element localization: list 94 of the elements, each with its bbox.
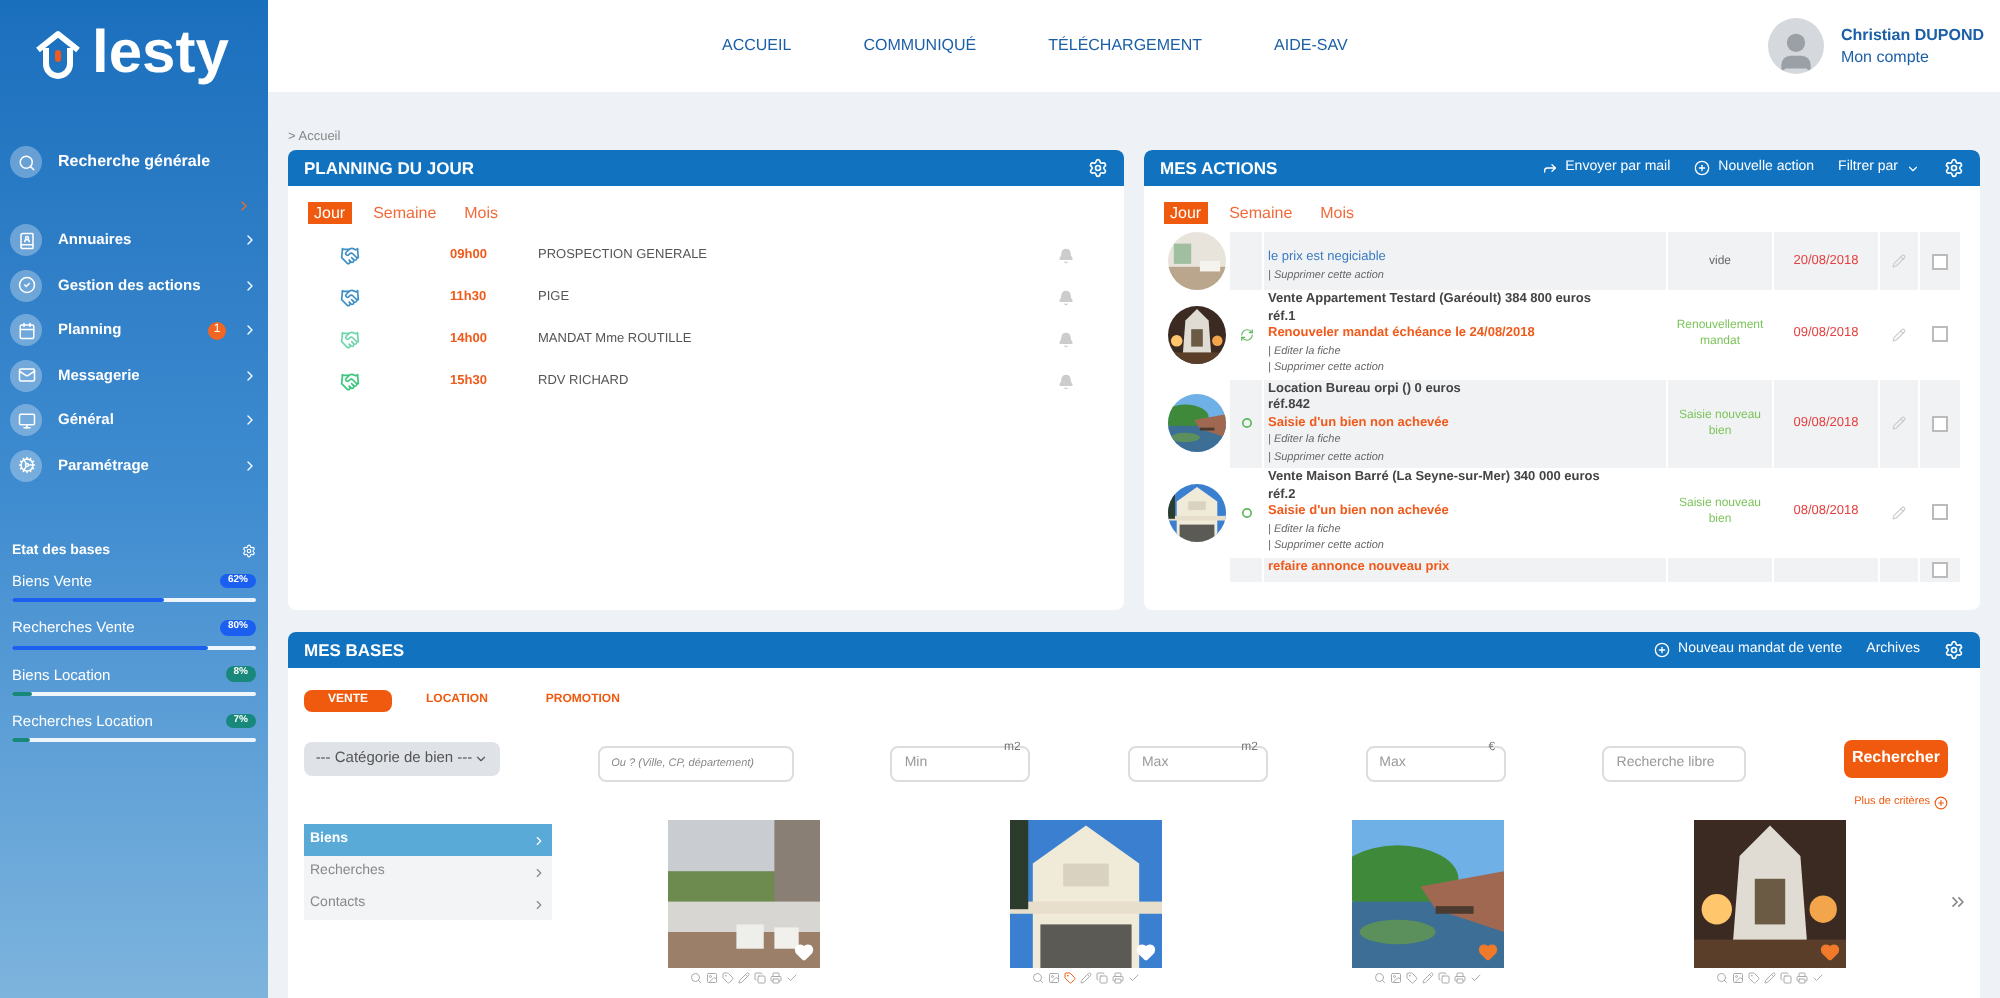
search-icon[interactable] xyxy=(689,972,701,985)
tab[interactable]: Mois xyxy=(1314,202,1361,224)
settings-icon[interactable] xyxy=(242,544,256,559)
image-icon[interactable] xyxy=(705,972,717,985)
chevron-icon xyxy=(242,367,258,383)
tag-icon[interactable] xyxy=(1747,972,1759,985)
check-icon[interactable] xyxy=(1469,972,1481,985)
nav-link[interactable]: TÉLÉCHARGEMENT xyxy=(1048,34,1203,58)
plus-icon xyxy=(1934,795,1948,810)
panel-title: MES ACTIONS xyxy=(1160,155,1280,181)
chevron-down-icon xyxy=(474,751,489,765)
next-icon[interactable] xyxy=(1948,892,1968,913)
image-icon[interactable] xyxy=(1047,972,1059,985)
chevron-icon xyxy=(532,897,546,912)
plus-icon xyxy=(1654,642,1671,658)
edit-icon[interactable] xyxy=(1892,505,1906,520)
share-icon xyxy=(1541,160,1558,176)
chevron-icon[interactable] xyxy=(236,198,252,214)
mail-icon xyxy=(17,366,35,384)
gear-icon xyxy=(17,456,35,474)
copy-icon[interactable] xyxy=(1779,972,1791,985)
chevron-icon xyxy=(242,322,258,338)
search-icon[interactable] xyxy=(1373,972,1385,985)
bell-icon[interactable] xyxy=(1058,331,1074,347)
tab[interactable]: Semaine xyxy=(1223,202,1299,224)
tag-icon[interactable] xyxy=(721,972,733,985)
chevron-icon xyxy=(242,232,258,248)
chevron-icon xyxy=(242,457,258,473)
checkbox[interactable] xyxy=(1932,561,1948,577)
heart-icon[interactable] xyxy=(1477,942,1497,963)
monitor-icon xyxy=(17,411,35,429)
tab[interactable]: Jour xyxy=(1164,202,1208,224)
check-icon[interactable] xyxy=(1811,972,1823,985)
status-dot-icon xyxy=(1241,507,1251,518)
tag-icon[interactable] xyxy=(1405,972,1417,985)
chevron-icon xyxy=(242,277,258,293)
heart-icon[interactable] xyxy=(1819,942,1839,963)
panel-title: PLANNING DU JOUR xyxy=(304,155,477,181)
print-icon[interactable] xyxy=(769,972,781,985)
edit-icon[interactable] xyxy=(1421,972,1433,985)
print-icon[interactable] xyxy=(1453,972,1465,985)
check-circle-icon xyxy=(17,276,35,294)
copy-icon[interactable] xyxy=(1095,972,1107,985)
panel-title: MES BASES xyxy=(304,637,407,663)
chevron-icon xyxy=(532,833,546,848)
tab[interactable]: Mois xyxy=(458,202,505,224)
settings-icon[interactable] xyxy=(1944,640,1964,660)
search-icon xyxy=(17,153,35,171)
nav-item[interactable]: Recherche générale xyxy=(0,146,268,178)
chevron-icon xyxy=(532,865,546,880)
logo-icon xyxy=(32,28,84,80)
calendar-icon xyxy=(17,321,35,339)
image-icon[interactable] xyxy=(1389,972,1401,985)
user-name: Christian DUPOND xyxy=(1840,24,1984,46)
search-button[interactable]: Rechercher xyxy=(1843,739,1948,777)
checkbox[interactable] xyxy=(1932,415,1948,432)
edit-icon[interactable] xyxy=(737,972,749,985)
tag-icon[interactable] xyxy=(1063,972,1075,985)
edit-icon[interactable] xyxy=(1079,972,1091,985)
bell-icon[interactable] xyxy=(1058,247,1074,263)
copy-icon[interactable] xyxy=(1437,972,1449,985)
account-link[interactable]: Mon compte xyxy=(1840,46,1984,68)
edit-icon[interactable] xyxy=(1892,327,1906,342)
settings-icon[interactable] xyxy=(1944,158,1964,178)
check-icon[interactable] xyxy=(1127,972,1139,985)
caret-icon xyxy=(1906,161,1920,175)
bell-icon[interactable] xyxy=(1058,289,1074,305)
status-dot-icon xyxy=(1241,418,1251,429)
avatar[interactable] xyxy=(1768,18,1825,74)
address-book-icon xyxy=(17,231,35,249)
checkbox[interactable] xyxy=(1932,504,1948,521)
chevron-icon xyxy=(242,412,258,428)
edit-icon[interactable] xyxy=(1763,972,1775,985)
edit-icon[interactable] xyxy=(1892,416,1906,431)
copy-icon[interactable] xyxy=(753,972,765,985)
search-icon[interactable] xyxy=(1715,972,1727,985)
tab[interactable]: Semaine xyxy=(367,202,443,224)
image-icon[interactable] xyxy=(1731,972,1743,985)
print-icon[interactable] xyxy=(1795,972,1807,985)
settings-icon[interactable] xyxy=(1088,158,1108,178)
bell-icon[interactable] xyxy=(1058,373,1074,389)
edit-icon[interactable] xyxy=(1892,254,1906,268)
print-icon[interactable] xyxy=(1111,972,1123,985)
refresh-icon xyxy=(1239,327,1253,342)
plus-icon xyxy=(1694,160,1711,176)
check-icon[interactable] xyxy=(785,972,797,985)
nav-link[interactable]: AIDE-SAV xyxy=(1274,34,1348,58)
logo-text: lesty xyxy=(92,24,229,84)
tab[interactable]: Jour xyxy=(308,202,352,224)
nav-link[interactable]: ACCUEIL xyxy=(722,34,792,58)
checkbox[interactable] xyxy=(1932,326,1948,343)
checkbox[interactable] xyxy=(1932,253,1948,269)
nav-link[interactable]: COMMUNIQUÉ xyxy=(863,34,977,58)
search-icon[interactable] xyxy=(1031,972,1043,985)
